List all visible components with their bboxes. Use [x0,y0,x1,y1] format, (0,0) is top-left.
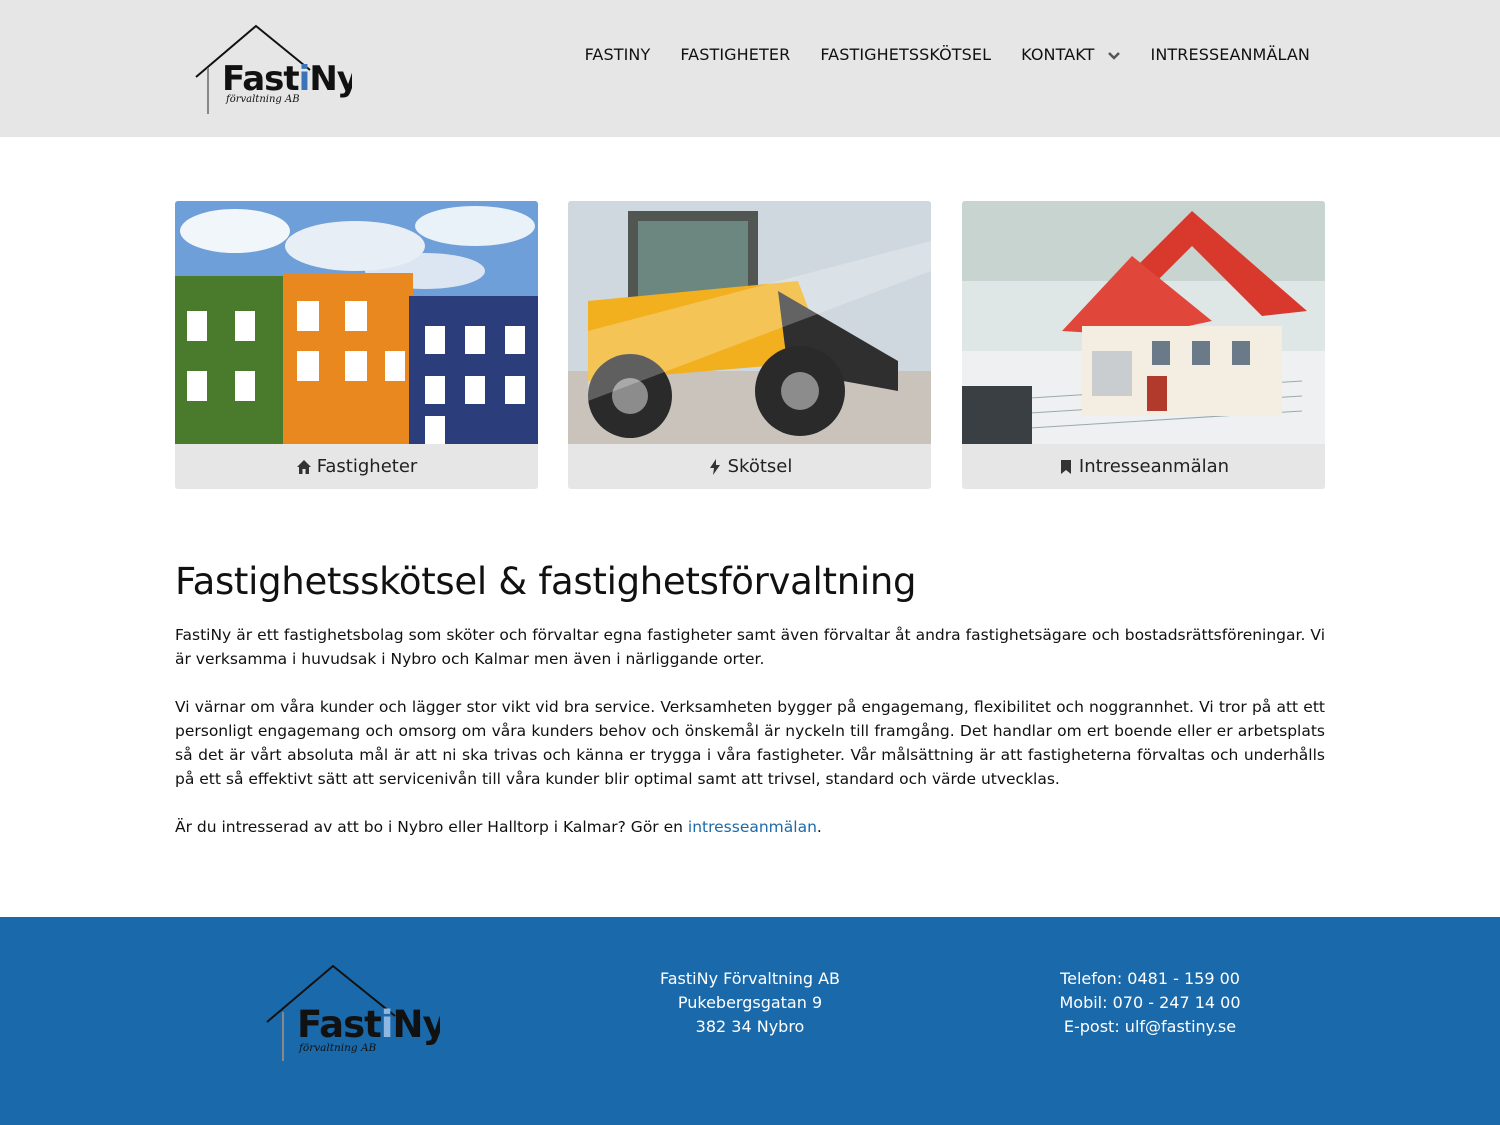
page-title: Fastighetsskötsel & fastighetsförvaltnin… [175,560,917,603]
chevron-down-icon [1107,48,1121,62]
footer-address: FastiNy Förvaltning AB Pukebergsgatan 9 … [600,967,900,1039]
bookmark-icon [1058,459,1074,475]
cta-text: Är du intresserad av att bo i Nybro elle… [175,818,688,836]
nav-fastighetsskotsel[interactable]: FASTIGHETSSKÖTSEL [820,45,991,64]
lightning-icon [707,458,723,475]
svg-text:FastiNy: FastiNy [222,59,352,99]
nav-kontakt-label: KONTAKT [1021,45,1095,64]
card-caption: Skötsel [568,444,931,489]
service-paragraph: Vi värnar om våra kunder och lägger stor… [175,698,1325,788]
nav-fastiny[interactable]: FASTINY [585,45,651,64]
home-icon [296,459,312,475]
nav-fastigheter[interactable]: FASTIGHETER [680,45,790,64]
card-caption: Fastigheter [175,444,538,489]
nav-intresseanmalan[interactable]: INTRESSEANMÄLAN [1151,45,1310,64]
company-name: FastiNy Förvaltning AB [660,969,840,988]
footer-contact: Telefon: 0481 - 159 00 Mobil: 070 - 247 … [1000,967,1300,1039]
site-footer: FastiNy förvaltning AB FastiNy Förvaltni… [0,917,1500,1125]
svg-text:FastiNy: FastiNy [297,1003,440,1046]
card-label: Skötsel [727,456,793,477]
cta-suffix: . [816,818,822,836]
feature-cards: Fastigheter Skötsel Intresseanmälan [175,201,1325,489]
card-intresseanmalan[interactable]: Intresseanmälan [962,201,1325,489]
footer-logo: FastiNy förvaltning AB [265,964,447,1064]
cta-paragraph: Är du intresserad av att bo i Nybro elle… [175,815,1325,839]
main-content: Fastighetsskötsel & fastighetsförvaltnin… [175,560,1325,863]
card-fastigheter[interactable]: Fastigheter [175,201,538,489]
site-logo[interactable]: FastiNy förvaltning AB [192,22,352,117]
site-header: FastiNy förvaltning AB FASTINY FASTIGHET… [0,0,1500,137]
postal-address: 382 34 Nybro [695,1017,805,1036]
card-image-houses [175,201,538,444]
nav-kontakt[interactable]: KONTAKT [1021,45,1120,64]
logo-tagline: förvaltning AB [226,94,300,105]
street-address: Pukebergsgatan 9 [677,993,823,1012]
phone[interactable]: Telefon: 0481 - 159 00 [1000,967,1300,991]
intro-paragraph: FastiNy är ett fastighetsbolag som sköte… [175,626,1325,668]
card-image-house-model [962,201,1325,444]
card-image-loader [568,201,931,444]
card-skotsel[interactable]: Skötsel [568,201,931,489]
mobile[interactable]: Mobil: 070 - 247 14 00 [1000,991,1300,1015]
card-label: Fastigheter [316,456,418,477]
footer-logo-tagline: förvaltning AB [299,1042,377,1054]
card-caption: Intresseanmälan [962,444,1325,489]
email[interactable]: E-post: ulf@fastiny.se [1000,1015,1300,1039]
intresseanmalan-link[interactable]: intresseanmälan [688,818,817,836]
main-nav: FASTINY FASTIGHETER FASTIGHETSSKÖTSEL KO… [555,45,1310,64]
card-label: Intresseanmälan [1078,456,1230,477]
